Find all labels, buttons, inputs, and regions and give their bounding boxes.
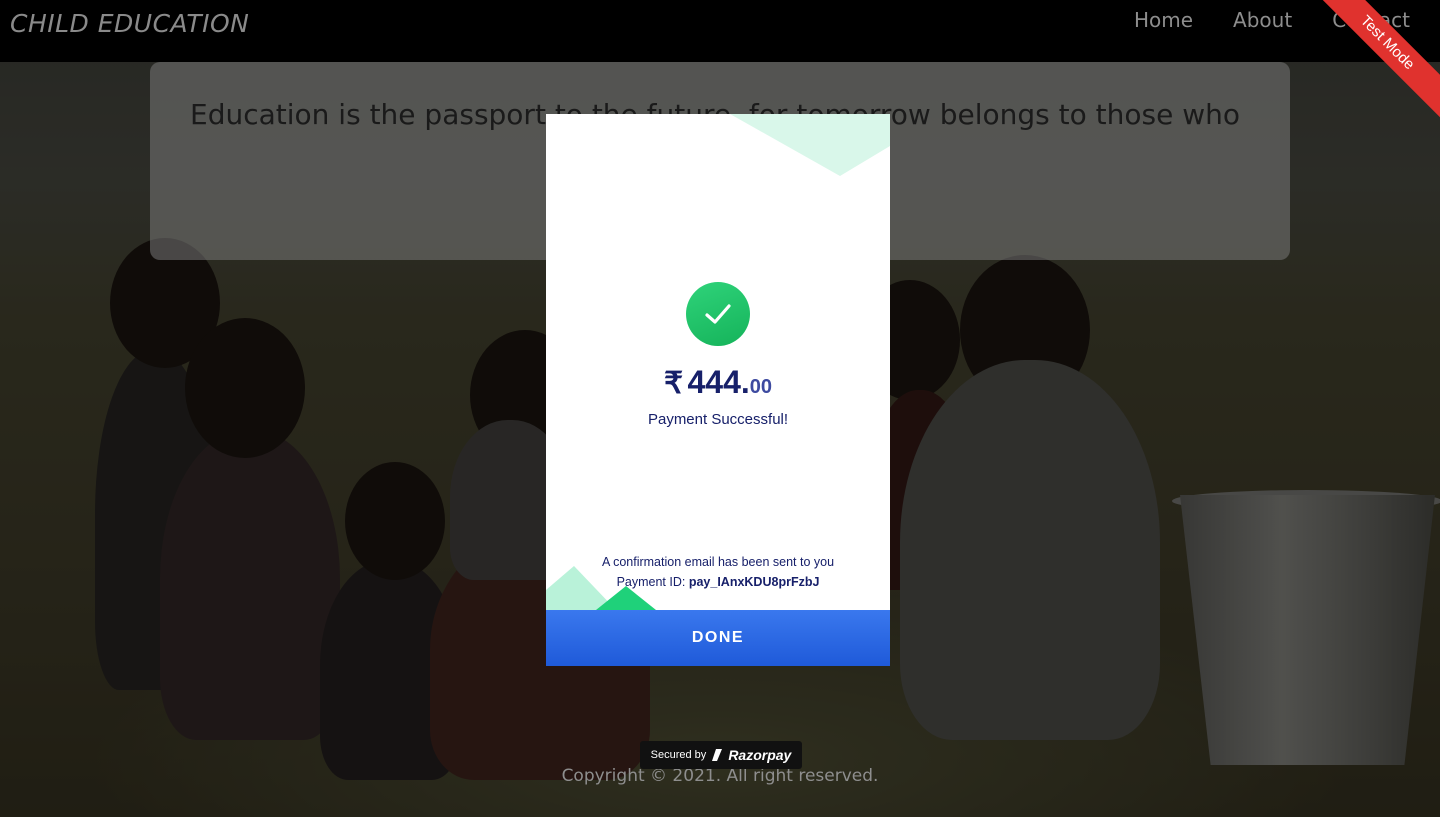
decorative-shape-top	[730, 114, 890, 176]
secured-by-badge[interactable]: Secured by Razorpay	[640, 741, 802, 769]
nav-about-link[interactable]: About	[1233, 8, 1292, 32]
confirmation-text: A confirmation email has been sent to yo…	[546, 552, 890, 592]
payment-id-line: Payment ID: pay_IAnxKDU8prFzbJ	[546, 572, 890, 592]
success-check-icon	[686, 282, 750, 346]
footer-copyright: Copyright © 2021. All right reserved.	[561, 766, 879, 786]
confirmation-email-note: A confirmation email has been sent to yo…	[601, 555, 835, 569]
payment-amount: ₹ 444.00	[546, 364, 890, 401]
secured-by-label: Secured by	[650, 749, 707, 761]
nav-home-link[interactable]: Home	[1134, 8, 1193, 32]
test-mode-ribbon: Test Mode	[1300, 0, 1440, 140]
payment-status: Payment Successful!	[647, 411, 789, 428]
amount-integer: 444.	[687, 364, 750, 400]
site-brand[interactable]: CHILD EDUCATION	[10, 9, 249, 38]
payment-id-value: pay_IAnxKDU8prFzbJ	[688, 575, 820, 589]
currency-symbol: ₹	[663, 367, 684, 400]
payment-id-label: Payment ID:	[616, 575, 686, 589]
payment-success-modal: ₹ 444.00 Payment Successful! A confirmat…	[546, 114, 890, 666]
test-mode-label: Test Mode	[1302, 0, 1440, 128]
check-icon	[705, 304, 731, 324]
razorpay-brand: Razorpay	[728, 747, 792, 763]
site-header: CHILD EDUCATION Home About Contact	[0, 0, 1440, 62]
amount-decimal: 00	[749, 376, 773, 398]
razorpay-logo-icon	[712, 749, 723, 761]
done-button[interactable]: DONE	[546, 610, 890, 666]
